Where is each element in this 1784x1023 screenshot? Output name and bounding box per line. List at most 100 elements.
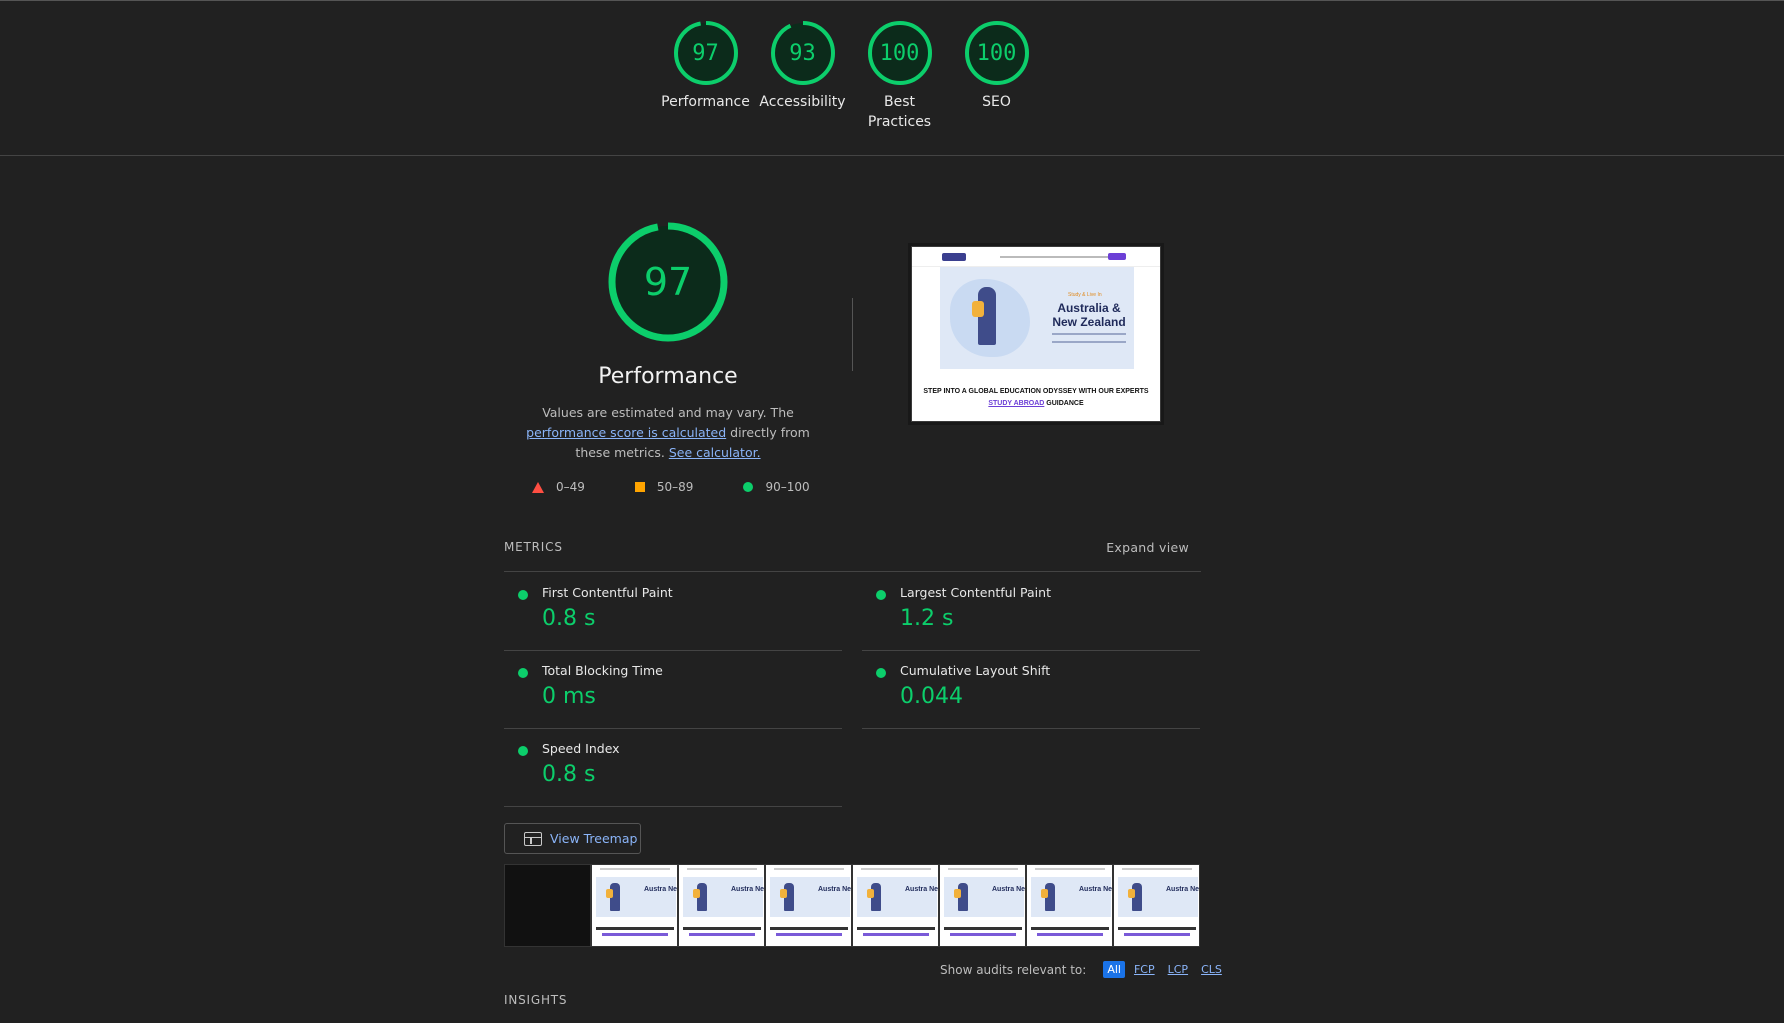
frame-nav <box>687 868 757 870</box>
gauge-ring: 97 <box>673 20 739 86</box>
gauge-label: SEO <box>982 94 1011 110</box>
frame-tagline <box>1037 933 1103 936</box>
frame-illustration <box>693 889 700 898</box>
metric-cls: Cumulative Layout Shift 0.044 <box>862 651 1200 729</box>
frame-tagline <box>1124 933 1190 936</box>
tagline-link: STUDY ABROAD <box>988 400 1045 407</box>
frame-tagline <box>863 933 929 936</box>
score-summary-bar: 97 Performance 93 Accessibility 100 Best… <box>0 1 1784 156</box>
performance-gauge-large: 97 <box>607 221 729 343</box>
filter-lcp[interactable]: LCP <box>1164 961 1192 978</box>
filter-all[interactable]: All <box>1103 961 1125 978</box>
frame-tagline <box>1031 927 1109 930</box>
frame-tagline <box>770 927 848 930</box>
frame-tagline <box>944 927 1022 930</box>
gauge-best-practices[interactable]: 100 Best Practices <box>851 20 948 132</box>
frame-nav <box>774 868 844 870</box>
frame-nav <box>861 868 931 870</box>
audit-filter-label: Show audits relevant to: <box>940 962 1087 977</box>
filmstrip-frame: Austra New Zeal <box>591 864 678 947</box>
screenshot-tagline: STEP INTO A GLOBAL EDUCATION ODYSSEY WIT… <box>912 386 1160 410</box>
desc-text: Values are estimated and may vary. The <box>542 405 794 420</box>
score-calculated-link[interactable]: performance score is calculated <box>526 425 726 440</box>
frame-illustration <box>867 889 874 898</box>
hero-subtext <box>1052 333 1126 343</box>
frame-illustration <box>1041 889 1048 898</box>
pass-icon <box>876 668 886 678</box>
frame-illustration <box>954 889 961 898</box>
score-legend: 0–49 50–89 90–100 <box>532 480 810 494</box>
nav-cta-button <box>1108 253 1126 260</box>
frame-headline: Austra New Zeal <box>1079 886 1113 893</box>
final-screenshot[interactable]: Study & Live In Australia & New Zealand … <box>908 243 1164 425</box>
gauge-accessibility[interactable]: 93 Accessibility <box>754 20 851 132</box>
pass-icon <box>876 590 886 600</box>
screenshot-navbar <box>912 247 1160 267</box>
expand-view-toggle[interactable]: Expand view <box>1106 540 1189 555</box>
gauge-score: 100 <box>879 40 920 66</box>
square-icon <box>634 482 645 492</box>
site-logo <box>942 253 966 261</box>
frame-tagline <box>950 933 1016 936</box>
audit-filter-bar: Show audits relevant to: All FCP LCP CLS <box>940 961 1226 978</box>
metric-title: Speed Index <box>542 741 620 756</box>
view-treemap-button[interactable]: View Treemap <box>504 823 641 854</box>
gauge-ring: 93 <box>770 20 836 86</box>
legend-average: 50–89 <box>634 480 693 494</box>
gauge-ring: 100 <box>964 20 1030 86</box>
frame-tagline <box>1118 927 1196 930</box>
metric-lcp: Largest Contentful Paint 1.2 s <box>862 573 1200 651</box>
frame-tagline <box>689 933 755 936</box>
score-gauges: 97 Performance 93 Accessibility 100 Best… <box>657 20 1045 132</box>
gauge-performance[interactable]: 97 Performance <box>657 20 754 132</box>
backpack-illustration <box>972 301 984 317</box>
performance-description: Values are estimated and may vary. The p… <box>510 403 826 463</box>
filmstrip-frame: Austra New Zeal <box>765 864 852 947</box>
legend-pass: 90–100 <box>743 480 810 494</box>
metric-value: 0.8 s <box>542 762 596 787</box>
hero-eyebrow: Study & Live In <box>1068 292 1102 298</box>
filmstrip-frame: Austra New Zeal <box>852 864 939 947</box>
pass-icon <box>518 746 528 756</box>
metric-tbt: Total Blocking Time 0 ms <box>504 651 842 729</box>
frame-tagline <box>776 933 842 936</box>
metric-fcp: First Contentful Paint 0.8 s <box>504 573 842 651</box>
metrics-header: METRICS Expand view <box>504 540 1201 572</box>
metric-title: Total Blocking Time <box>542 663 663 678</box>
gauge-label: Best Practices <box>867 94 932 130</box>
filmstrip-frame: Austra New Zeal <box>678 864 765 947</box>
metric-value: 0.044 <box>900 684 963 709</box>
gauge-label: Performance <box>661 94 750 110</box>
frame-headline: Austra New Zeal <box>731 886 765 893</box>
insights-heading: INSIGHTS <box>504 993 568 1007</box>
gauge-score: 93 <box>789 40 816 66</box>
pass-icon <box>518 590 528 600</box>
see-calculator-link[interactable]: See calculator. <box>669 445 761 460</box>
filmstrip: Austra New Zeal Austra New Zeal Austra N… <box>504 864 1200 947</box>
filmstrip-frame: Austra New Zeal <box>939 864 1026 947</box>
frame-headline: Austra New Zeal <box>818 886 852 893</box>
treemap-icon <box>524 831 542 846</box>
filmstrip-frame <box>504 864 591 947</box>
frame-headline: Austra New Zeal <box>1166 886 1200 893</box>
frame-headline: Austra New Zeal <box>992 886 1026 893</box>
filter-fcp[interactable]: FCP <box>1130 961 1159 978</box>
legend-range: 0–49 <box>556 480 585 494</box>
pass-icon <box>518 668 528 678</box>
nav-links <box>1000 256 1110 258</box>
gauge-label: Accessibility <box>759 94 846 110</box>
hero-headline: Australia & New Zealand <box>1052 301 1126 329</box>
frame-illustration <box>1128 889 1135 898</box>
frame-headline: Austra New Zeal <box>905 886 939 893</box>
gauge-seo[interactable]: 100 SEO <box>948 20 1045 132</box>
gauge-score: 97 <box>692 40 719 66</box>
frame-nav <box>1035 868 1105 870</box>
frame-tagline <box>602 933 668 936</box>
gauge-score: 100 <box>976 40 1017 66</box>
legend-fail: 0–49 <box>532 480 585 494</box>
frame-nav <box>600 868 670 870</box>
legend-range: 90–100 <box>765 480 810 494</box>
metric-speed-index: Speed Index 0.8 s <box>504 729 842 807</box>
frame-tagline <box>683 927 761 930</box>
filter-cls[interactable]: CLS <box>1197 961 1226 978</box>
